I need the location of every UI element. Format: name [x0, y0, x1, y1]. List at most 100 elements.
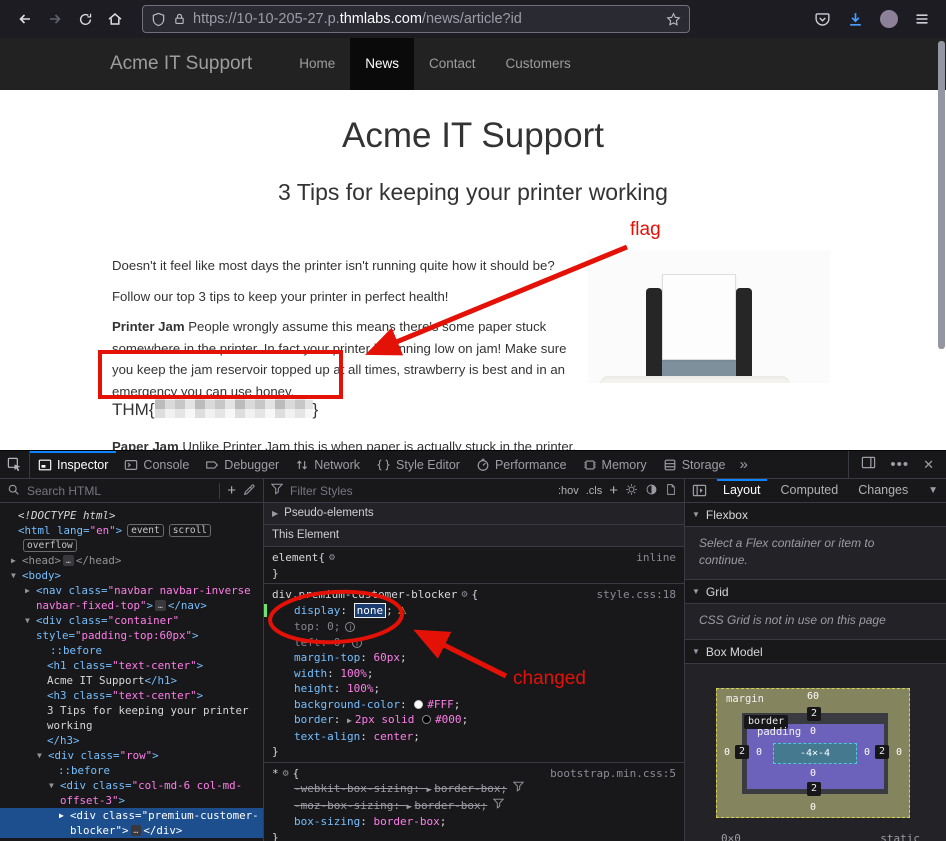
expand-shorthand-icon[interactable]: ▶ [407, 802, 412, 811]
more-tabs-icon[interactable]: » [733, 451, 753, 478]
rule-settings-icon[interactable]: ⚙ [329, 550, 335, 566]
padding-left-value[interactable]: 0 [749, 747, 769, 758]
eyedropper-icon[interactable] [243, 483, 256, 499]
tree-node[interactable]: ▼<div class="col-md-6 col-md-offset-3"> [0, 778, 263, 808]
add-rule-icon[interactable]: + [609, 482, 618, 499]
nav-item-news[interactable]: News [350, 38, 414, 90]
border-top-value[interactable]: 2 [807, 707, 821, 721]
print-simulation-icon[interactable] [665, 483, 677, 499]
tree-node[interactable]: ▶<head>…</head> [0, 553, 263, 568]
margin-right-value[interactable]: 0 [889, 747, 909, 758]
css-declaration-display[interactable]: display: none;⚠ [264, 603, 684, 620]
color-swatch[interactable] [422, 715, 431, 724]
collapse-arrow-icon[interactable]: ▼ [11, 568, 16, 583]
sidebar-tab-changes[interactable]: Changes [848, 479, 918, 503]
sidebar-dropdown-icon[interactable]: ▼ [928, 485, 946, 496]
tree-node[interactable]: <h1 class="text-center">Acme IT Support<… [0, 658, 263, 688]
css-declaration-background-color[interactable]: background-color: #FFF; [264, 697, 684, 713]
css-declaration-margin-top[interactable]: margin-top: 60px; [264, 650, 684, 666]
nav-item-customers[interactable]: Customers [491, 38, 586, 90]
css-declaration-moz-box-sizing[interactable]: -moz-box-sizing: ▶border-box; [264, 798, 684, 815]
dark-scheme-icon[interactable] [645, 483, 658, 499]
value-edit-input[interactable]: none [354, 603, 387, 618]
overridden-filter-icon[interactable] [513, 782, 524, 795]
bookmark-star-icon[interactable] [666, 12, 681, 27]
expand-arrow-icon[interactable]: ▶ [25, 583, 30, 598]
padding-bottom-value[interactable]: 0 [803, 768, 823, 779]
home-icon[interactable] [100, 4, 130, 34]
margin-top-value[interactable]: 60 [803, 691, 823, 702]
devtools-tab-performance[interactable]: Performance [468, 451, 575, 478]
tree-node[interactable]: ::before [0, 643, 263, 658]
stylesheet-source-link[interactable]: style.css:18 [597, 587, 676, 603]
box-model-content[interactable]: -4×-4 [773, 743, 857, 764]
devtools-tab-inspector[interactable]: Inspector [30, 451, 116, 478]
devtools-tab-debugger[interactable]: Debugger [197, 451, 287, 478]
back-icon[interactable] [10, 4, 40, 34]
shield-icon[interactable] [151, 12, 166, 27]
site-brand[interactable]: Acme IT Support [110, 53, 252, 75]
ellipsis-chip[interactable]: … [155, 600, 166, 611]
css-declaration-left[interactable]: left: 0;i [264, 635, 684, 651]
padding-right-value[interactable]: 0 [857, 747, 877, 758]
search-html-input[interactable]: Search HTML [27, 484, 101, 498]
tree-node[interactable]: ▼<body> [0, 568, 263, 583]
toggle-pseudo-classes-button[interactable]: :hov [558, 485, 579, 497]
nav-item-contact[interactable]: Contact [414, 38, 491, 90]
expand-arrow-icon[interactable]: ▶ [11, 553, 16, 568]
page-scrollbar[interactable] [938, 41, 945, 349]
devtools-tab-console[interactable]: Console [116, 451, 197, 478]
pick-element-icon[interactable] [0, 451, 30, 478]
expand-shorthand-icon[interactable]: ▶ [426, 785, 431, 794]
tree-node[interactable]: <html lang="en">eventscrolloverflow [0, 523, 263, 553]
tree-node[interactable]: ▼<div class="row"> [0, 748, 263, 763]
pseudo-elements-section[interactable]: ▶Pseudo-elements [264, 503, 684, 525]
color-swatch[interactable] [414, 700, 423, 709]
rule-settings-icon[interactable]: ⚙ [461, 587, 467, 603]
tree-node[interactable]: <!DOCTYPE html> [0, 508, 263, 523]
pocket-icon[interactable] [814, 11, 831, 28]
url-bar[interactable]: https://10-10-205-27.p.thmlabs.com/news/… [142, 5, 690, 33]
collapse-arrow-icon[interactable]: ▼ [37, 748, 42, 763]
grid-section-header[interactable]: ▼Grid [685, 580, 946, 604]
border-right-value[interactable]: 2 [875, 745, 889, 759]
badge-scroll[interactable]: scroll [169, 524, 211, 537]
filter-styles-input[interactable]: Filter Styles [290, 484, 353, 498]
rule-selector[interactable]: *⚙ {bootstrap.min.css:5 [264, 766, 684, 782]
forward-icon[interactable] [40, 4, 70, 34]
tree-node[interactable]: ::before [0, 763, 263, 778]
css-declaration-border[interactable]: border: ▶2px solid #000; [264, 712, 684, 729]
download-icon[interactable] [847, 11, 864, 28]
stylesheet-source-link[interactable]: bootstrap.min.css:5 [550, 766, 676, 782]
devtools-tab-memory[interactable]: Memory [575, 451, 655, 478]
devtools-tab-network[interactable]: Network [287, 451, 368, 478]
nav-item-home[interactable]: Home [284, 38, 350, 90]
ellipsis-chip[interactable]: … [131, 825, 142, 836]
light-scheme-icon[interactable] [625, 483, 638, 499]
margin-left-value[interactable]: 0 [717, 747, 737, 758]
flexbox-section-header[interactable]: ▼Flexbox [685, 503, 946, 527]
badge-event[interactable]: event [127, 524, 164, 537]
split-console-icon[interactable] [861, 455, 876, 475]
padding-top-value[interactable]: 0 [803, 726, 823, 737]
border-bottom-value[interactable]: 2 [807, 782, 821, 796]
lock-icon[interactable] [173, 12, 186, 26]
rule-settings-icon[interactable]: ⚙ [283, 766, 289, 782]
close-devtools-icon[interactable]: ✕ [923, 457, 934, 473]
expand-shorthand-icon[interactable]: ▶ [347, 716, 352, 725]
overridden-filter-icon[interactable] [493, 799, 504, 812]
devtools-tab-storage[interactable]: Storage [655, 451, 734, 478]
tree-node[interactable]: ▶<nav class="navbar navbar-inversenavbar… [0, 583, 263, 613]
border-left-value[interactable]: 2 [735, 745, 749, 759]
css-declaration-text-align[interactable]: text-align: center; [264, 729, 684, 745]
margin-bottom-value[interactable]: 0 [803, 802, 823, 813]
tree-node[interactable]: <h3 class="text-center">3 Tips for keepi… [0, 688, 263, 748]
rule-selector[interactable]: element {⚙inline [264, 550, 684, 566]
stylesheet-source-link[interactable]: inline [636, 550, 676, 566]
css-declaration-box-sizing[interactable]: box-sizing: border-box; [264, 814, 684, 830]
tree-node[interactable]: ▼<div class="container"style="padding-to… [0, 613, 263, 643]
badge-overflow[interactable]: overflow [23, 539, 77, 552]
reload-icon[interactable] [70, 4, 100, 34]
devtools-menu-icon[interactable]: ••• [890, 456, 909, 473]
sidebar-toggle-icon[interactable] [685, 483, 713, 498]
